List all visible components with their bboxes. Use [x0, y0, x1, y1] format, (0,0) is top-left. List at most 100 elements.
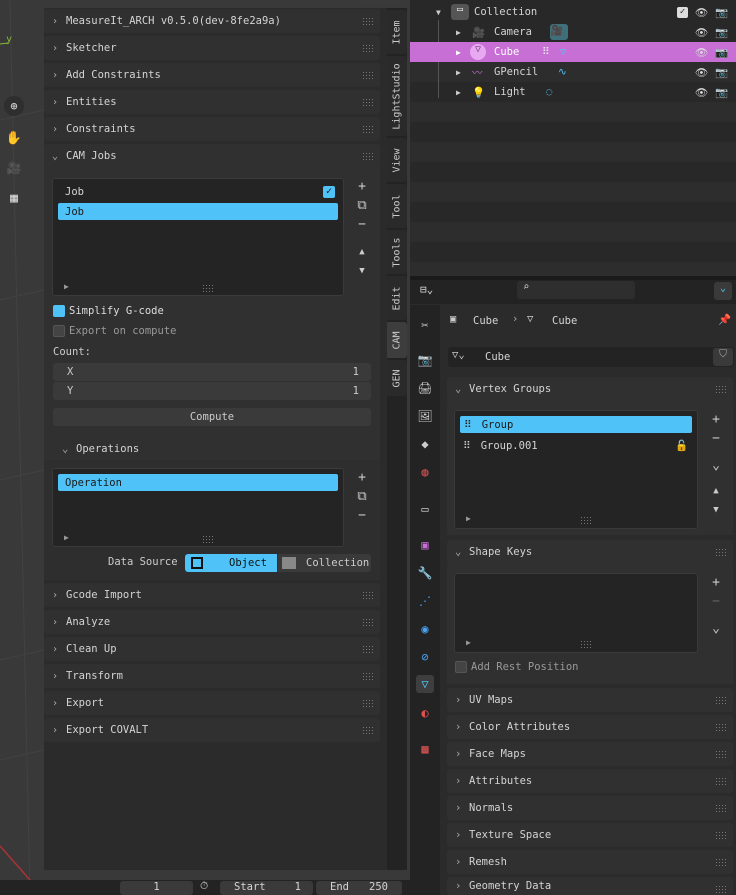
panel-entities[interactable]: › Entities — [44, 90, 380, 114]
drag-grip-icon[interactable] — [362, 44, 374, 52]
render-camera-icon[interactable]: 📷 — [715, 26, 728, 39]
stroke-data-icon[interactable]: ∿ — [558, 66, 567, 78]
expand-filter-icon[interactable]: ▶ — [64, 533, 69, 542]
drag-grip-icon[interactable] — [715, 804, 727, 812]
move-up-icon[interactable]: ▲ — [708, 483, 724, 499]
render-camera-icon[interactable]: 📷 — [715, 66, 728, 79]
tool-icon[interactable]: ✂ — [416, 316, 434, 334]
data-source-collection-button[interactable]: Collection — [278, 554, 371, 572]
grid-ortho-icon[interactable]: ▦ — [4, 188, 24, 208]
remove-shape-key-icon[interactable]: − — [708, 593, 724, 609]
add-job-icon[interactable]: + — [354, 178, 370, 194]
panel-analyze[interactable]: › Analyze — [44, 610, 380, 634]
export-on-compute-checkbox[interactable] — [53, 325, 65, 337]
eye-icon[interactable]: 👁 — [695, 26, 708, 39]
drag-grip-icon[interactable] — [362, 71, 374, 79]
remove-operation-icon[interactable]: − — [354, 507, 370, 523]
move-down-icon[interactable]: ▼ — [708, 502, 724, 518]
material-icon[interactable]: ◐ — [416, 704, 434, 722]
collapse-arrow-icon[interactable]: ▼ — [436, 8, 441, 17]
tab-lightstudio[interactable]: LightStudio — [387, 56, 407, 136]
list-item-selected[interactable]: Operation — [58, 474, 338, 491]
resize-grip-icon[interactable] — [580, 640, 592, 648]
camera-data-icon[interactable]: 🎥 — [550, 24, 568, 40]
render-camera-icon[interactable]: 📷 — [715, 6, 728, 19]
drag-grip-icon[interactable] — [362, 125, 374, 133]
count-y-field[interactable]: Y1 — [53, 382, 371, 400]
shape-keys-list[interactable] — [454, 573, 698, 653]
texture-checker-icon[interactable]: ▩ — [416, 740, 434, 758]
fake-user-shield-icon[interactable]: ⛉ — [713, 348, 733, 366]
particles-icon[interactable]: ⋰ — [416, 592, 434, 610]
compute-button[interactable]: Compute — [53, 408, 371, 426]
move-down-icon[interactable]: ▼ — [354, 263, 370, 279]
zoom-icon[interactable]: ⊕ — [4, 96, 24, 116]
tab-gen[interactable]: GEN — [387, 360, 407, 396]
job-enable-checkbox[interactable]: ✓ — [323, 186, 335, 198]
drag-grip-icon[interactable] — [362, 618, 374, 626]
panel-normals[interactable]: › Normals — [447, 796, 733, 820]
scroll-top-handle[interactable] — [362, 0, 402, 4]
panel-color-attributes[interactable]: › Color Attributes — [447, 715, 733, 739]
simplify-gcode-checkbox[interactable] — [53, 305, 65, 317]
panel-gcode-import[interactable]: › Gcode Import — [44, 583, 380, 607]
outliner-row-gpencil[interactable]: ▶ 〰 GPencil ∿ 👁 📷 — [410, 62, 736, 82]
count-x-field[interactable]: X1 — [53, 363, 371, 381]
start-frame-field[interactable]: Start 1 — [220, 881, 313, 895]
collection-props-icon[interactable]: ▭ — [416, 500, 434, 518]
hand-pan-icon[interactable]: ✋ — [4, 128, 24, 148]
eye-icon[interactable]: 👁 — [695, 46, 708, 59]
operations-subpanel-header[interactable]: ⌄ Operations — [62, 441, 380, 457]
physics-icon[interactable]: ◉ — [416, 620, 434, 638]
panel-export[interactable]: › Export — [44, 691, 380, 715]
pin-icon[interactable]: 📌 — [718, 313, 731, 326]
panel-face-maps[interactable]: › Face Maps — [447, 742, 733, 766]
current-frame-field[interactable]: 1 — [120, 881, 193, 895]
remove-vertex-group-icon[interactable]: − — [708, 430, 724, 446]
search-input[interactable]: ⌕ — [517, 281, 635, 299]
lock-open-icon[interactable]: 🔓 — [675, 439, 688, 452]
add-rest-position-checkbox[interactable] — [455, 661, 467, 673]
panel-attributes[interactable]: › Attributes — [447, 769, 733, 793]
expand-arrow-icon[interactable]: ▶ — [456, 48, 461, 57]
tab-item[interactable]: Item — [387, 10, 407, 54]
drag-grip-icon[interactable] — [362, 726, 374, 734]
move-up-icon[interactable]: ▲ — [354, 244, 370, 260]
eye-icon[interactable]: 👁 — [695, 6, 708, 19]
tab-tool[interactable]: Tool — [387, 184, 407, 228]
render-icon[interactable]: 📷 — [416, 351, 434, 369]
drag-grip-icon[interactable] — [362, 152, 374, 160]
drag-grip-icon[interactable] — [715, 858, 727, 866]
editor-type-dropdown[interactable]: ⊟⌄ — [420, 283, 450, 299]
eye-icon[interactable]: 👁 — [695, 66, 708, 79]
outliner-row-camera[interactable]: ▶ 🎥 Camera 🎥 👁 📷 — [410, 22, 736, 42]
panel-cam-jobs[interactable]: ⌄ CAM Jobs — [44, 144, 380, 168]
render-camera-icon[interactable]: 📷 — [715, 46, 728, 59]
modifier-wrench-icon[interactable]: 🔧 — [416, 564, 434, 582]
drag-grip-icon[interactable] — [715, 831, 727, 839]
list-item-selected[interactable]: Job — [58, 203, 338, 220]
output-icon[interactable]: 🖨 — [416, 379, 434, 397]
vertex-group-icon[interactable]: ⠿ — [542, 46, 550, 58]
panel-add-constraints[interactable]: › Add Constraints — [44, 63, 380, 87]
panel-geometry-data[interactable]: › Geometry Data — [447, 877, 733, 895]
expand-arrow-icon[interactable]: ▶ — [456, 88, 461, 97]
panel-vertex-groups[interactable]: ⌄ Vertex Groups — [447, 377, 733, 401]
drag-grip-icon[interactable] — [715, 777, 727, 785]
mesh-browse-icon[interactable]: ▽⌄ — [452, 349, 465, 361]
resize-grip-icon[interactable] — [202, 284, 214, 292]
resize-grip-icon[interactable] — [580, 516, 592, 524]
panel-measureit[interactable]: › MeasureIt_ARCH v0.5.0(dev-8fe2a9a) — [44, 9, 380, 33]
drag-grip-icon[interactable] — [362, 699, 374, 707]
add-vertex-group-icon[interactable]: + — [708, 411, 724, 427]
exclude-checkbox[interactable]: ✓ — [677, 6, 688, 18]
drag-grip-icon[interactable] — [715, 548, 727, 556]
options-dropdown-icon[interactable]: ⌄ — [714, 282, 732, 300]
end-frame-field[interactable]: End 250 — [316, 881, 402, 895]
resize-grip-icon[interactable] — [202, 535, 214, 543]
world-icon[interactable]: ◍ — [416, 463, 434, 481]
list-item[interactable]: ⠿ Group.001 🔓 — [463, 437, 695, 454]
list-item[interactable]: Job — [58, 184, 338, 200]
eye-icon[interactable]: 👁 — [695, 86, 708, 99]
expand-arrow-icon[interactable]: ▶ — [456, 28, 461, 37]
